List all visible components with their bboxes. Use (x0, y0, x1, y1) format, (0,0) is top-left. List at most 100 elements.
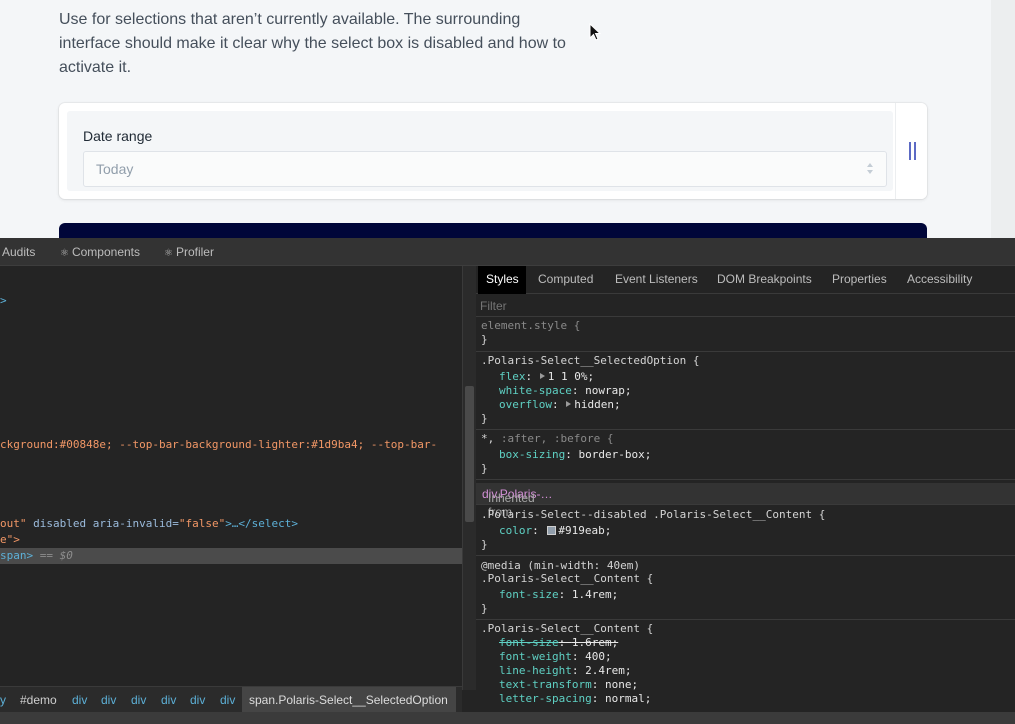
devtools-panel: Audits ⚛ Components ⚛ Profiler > ckground:… (0, 238, 1015, 724)
rule-media-content: @media (min-width: 40em) .Polaris-Select… (476, 556, 1015, 620)
scrollbar-thumb[interactable] (465, 386, 474, 522)
tab-event-listeners[interactable]: Event Listeners (615, 272, 698, 286)
dom-breadcrumbs: y #demo div div div div div div span.Pol… (0, 686, 462, 713)
expand-triangle-icon[interactable] (566, 401, 572, 407)
property-name: box-sizing (499, 448, 566, 461)
property-value: #919eab; (558, 524, 612, 537)
property-value: hidden; (574, 398, 621, 411)
tag-name: span> (0, 549, 34, 562)
resize-handle-icon-bar (914, 142, 916, 160)
rule-selector[interactable]: *, :after, :before { (481, 432, 613, 445)
breadcrumb-item[interactable]: div (131, 693, 146, 707)
dom-node-line[interactable]: ckground:#00848e; --top-bar-background-l… (0, 438, 437, 451)
style-property-overridden[interactable]: font-size: 1.6rem; (499, 636, 618, 649)
resize-handle[interactable] (895, 103, 927, 199)
resize-handle-icon (909, 142, 911, 160)
expand-triangle-icon[interactable] (539, 373, 545, 379)
property-name: font-weight (499, 650, 572, 663)
style-property[interactable]: text-transform: none; (499, 678, 638, 691)
example-card: Date range Today (59, 103, 927, 199)
rule-selected-option: .Polaris-Select__SelectedOption { flex: … (476, 352, 1015, 430)
style-property[interactable]: font-weight: 400; (499, 650, 612, 663)
elements-scrollbar[interactable] (462, 266, 476, 690)
screen: Use for selections that aren’t currently… (0, 0, 1015, 724)
rule-close: } (481, 602, 488, 615)
breadcrumb-selected[interactable]: span.Polaris-Select__SelectedOption (242, 687, 456, 713)
dom-node-line[interactable]: e"> (0, 533, 20, 546)
breadcrumb-item[interactable]: y (0, 693, 6, 707)
rule-close: } (481, 462, 488, 475)
tab-accessibility[interactable]: Accessibility (907, 272, 972, 286)
date-range-select[interactable]: Today (83, 151, 887, 187)
tab-properties[interactable]: Properties (832, 272, 887, 286)
style-property[interactable]: letter-spacing: normal; (499, 692, 651, 705)
property-name: text-transform (499, 678, 592, 691)
tab-audits[interactable]: Audits (2, 245, 35, 259)
style-property[interactable]: white-space: nowrap; (499, 384, 631, 397)
color-swatch-icon[interactable] (547, 526, 557, 535)
rule-selector[interactable]: .Polaris-Select__SelectedOption { (481, 354, 700, 367)
devtools-bottom-bar (0, 712, 1015, 724)
breadcrumb-item[interactable]: div (220, 693, 235, 707)
page-scrollbar[interactable] (991, 0, 1015, 238)
breadcrumb-item[interactable]: div (72, 693, 87, 707)
tab-computed[interactable]: Computed (538, 272, 593, 286)
example-preview: Date range Today (67, 111, 893, 191)
inherited-from-header: Inherited from div.Polaris-… (476, 483, 1015, 519)
style-property[interactable]: flex: 1 1 0%; (499, 370, 594, 383)
style-rules: element.style { } .Polaris-Select__Selec… (476, 318, 1015, 712)
styles-filter-input[interactable] (480, 298, 1000, 314)
attr-name: disabled aria-invalid= (26, 517, 179, 530)
breadcrumb-item[interactable]: div (101, 693, 116, 707)
style-property[interactable]: font-size: 1.4rem; (499, 588, 618, 601)
react-atom-icon: ⚛ (164, 248, 173, 259)
rule-close: } (481, 412, 488, 425)
disabled-select-description: Use for selections that aren’t currently… (59, 11, 566, 76)
dom-node-line[interactable]: > (0, 294, 7, 307)
tab-styles-label: Styles (486, 272, 519, 286)
selected-dom-node[interactable]: span> == $0 (0, 549, 73, 562)
select-arrows-icon (866, 161, 874, 177)
tab-styles[interactable]: Styles (478, 266, 526, 294)
elements-tree: > ckground:#00848e; --top-bar-background… (0, 266, 462, 682)
property-name: font-size (499, 588, 559, 601)
devtools-tabbar: Audits ⚛ Components ⚛ Profiler (0, 238, 1015, 266)
inherited-from-label: Inherited from div.Polaris-… (482, 487, 552, 519)
sidebar-tabbar: Styles Computed Event Listeners DOM Brea… (476, 266, 1015, 294)
tab-dom-breakpoints[interactable]: DOM Breakpoints (717, 272, 812, 286)
react-atom-icon: ⚛ (60, 248, 69, 259)
breadcrumb-item[interactable]: #demo (20, 693, 57, 707)
styles-sidebar: Styles Computed Event Listeners DOM Brea… (476, 266, 1015, 712)
rule-element-style: element.style { } (476, 318, 1015, 352)
style-property[interactable]: line-height: 2.4rem; (499, 664, 631, 677)
rule-selector[interactable]: .Polaris-Select__Content { (481, 622, 653, 635)
rule-close: } (481, 538, 488, 551)
breadcrumb-item[interactable]: div (190, 693, 205, 707)
rule-selector[interactable]: element.style { (481, 319, 580, 332)
breadcrumb-selected-label: span.Polaris-Select__SelectedOption (249, 693, 448, 707)
tab-components[interactable]: ⚛ Components (60, 245, 140, 259)
style-property[interactable]: box-sizing: border-box; (499, 448, 651, 461)
property-name: font-size (499, 636, 559, 649)
date-range-label: Date range (83, 128, 153, 144)
console-ref: == $0 (33, 549, 73, 562)
rule-close: } (481, 333, 488, 346)
rule-disabled-content: .Polaris-Select--disabled .Polaris-Selec… (476, 506, 1015, 556)
style-property[interactable]: color: #919eab; (499, 524, 611, 537)
tab-profiler[interactable]: ⚛ Profiler (164, 245, 214, 259)
tag-name: >…</select> (225, 517, 299, 530)
dom-node-line[interactable]: out" disabled aria-invalid="false">…</se… (0, 517, 298, 530)
property-name: letter-spacing (499, 692, 592, 705)
property-value: 2.4rem; (585, 664, 632, 677)
tab-components-label: Components (71, 245, 141, 259)
attr-value: "false" (178, 517, 226, 530)
breadcrumb-item[interactable]: div (161, 693, 176, 707)
property-value: 1.4rem; (571, 588, 619, 601)
property-value: 1 1 0%; (547, 370, 595, 383)
rule-selector[interactable]: .Polaris-Select--disabled .Polaris-Selec… (481, 508, 825, 521)
style-property[interactable]: overflow: hidden; (499, 398, 621, 411)
selector-part: :after, :before { (494, 432, 614, 445)
selected-option: Today (96, 161, 134, 177)
rule-selector[interactable]: .Polaris-Select__Content { (481, 572, 653, 585)
attr-value: out" (0, 517, 27, 530)
